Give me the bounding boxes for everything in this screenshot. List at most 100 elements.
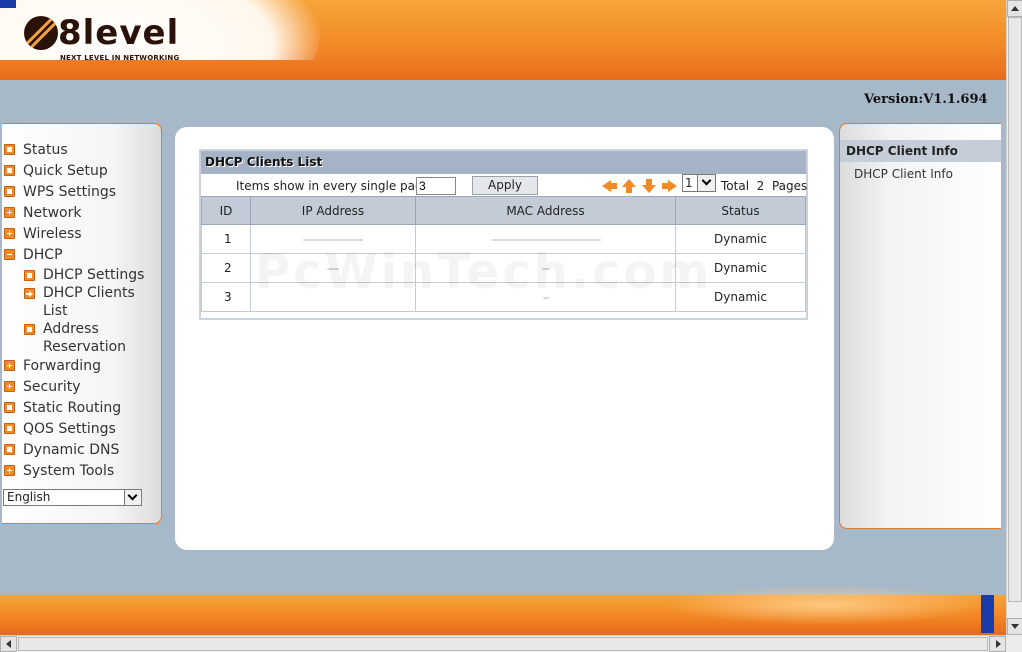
sidebar-item-label: Status (23, 142, 68, 158)
sidebar-item-label: Quick Setup (23, 163, 108, 179)
vertical-scrollbar[interactable] (1006, 0, 1022, 652)
cell-id: 3 (201, 282, 251, 312)
sidebar: Status Quick Setup WPS Settings Network … (2, 123, 162, 524)
items-per-page-label: Items show in every single page (236, 179, 430, 193)
scrollbar-corner (1006, 635, 1022, 652)
sidebar-item-security[interactable]: Security (2, 377, 161, 398)
sidebar-item-label: WPS Settings (23, 184, 117, 200)
next-page-icon[interactable] (642, 179, 657, 193)
sidebar-subitem-label: DHCP Settings (43, 267, 145, 283)
sidebar-subitem-dhcp-settings[interactable]: DHCP Settings (2, 266, 161, 284)
square-bullet-icon (4, 423, 15, 434)
sidebar-item-wireless[interactable]: Wireless (2, 224, 161, 245)
cell-status: Dynamic (675, 224, 806, 254)
label-line-2: List (43, 303, 68, 319)
table-header-row: ID IP Address MAC Address Status (201, 196, 806, 225)
help-panel: DHCP Client Info DHCP Client Info (839, 123, 1001, 529)
pages-label: Pages (771, 179, 808, 193)
chevron-down-icon[interactable] (697, 175, 715, 191)
square-bullet-icon (24, 270, 35, 281)
plus-expand-icon (4, 207, 15, 218)
sidebar-subitem-label: Address Reservation (43, 320, 126, 356)
previous-page-icon[interactable] (622, 179, 637, 193)
vertical-scroll-thumb[interactable] (1008, 17, 1022, 602)
sidebar-item-label: Network (23, 205, 82, 221)
sidebar-item-dhcp[interactable]: DHCP (2, 245, 161, 266)
square-bullet-icon (4, 444, 15, 455)
corner-marker (0, 0, 16, 8)
apply-button[interactable]: Apply (472, 176, 538, 195)
column-header-mac: MAC Address (415, 196, 676, 225)
cell-id: 2 (201, 253, 251, 283)
square-bullet-icon (4, 402, 15, 413)
scroll-down-icon[interactable] (1007, 618, 1022, 635)
horizontal-scrollbar[interactable] (0, 635, 1006, 652)
plus-expand-icon (4, 360, 15, 371)
sidebar-subitem-label: DHCP Clients List (43, 284, 135, 320)
logo: 8level NEXT LEVEL IN NETWORKING (24, 16, 179, 62)
sidebar-item-label: Wireless (23, 226, 82, 242)
pagination-toolbar: Items show in every single page Apply 1 … (201, 174, 807, 196)
total-label: Total (721, 179, 750, 193)
sidebar-item-dynamic-dns[interactable]: Dynamic DNS (2, 440, 161, 461)
label-line-1: Address (43, 321, 99, 337)
cell-mac-redacted (415, 253, 676, 283)
header-banner: 8level NEXT LEVEL IN NETWORKING (0, 0, 1006, 80)
footer-banner (0, 585, 1006, 635)
dhcp-clients-table: ID IP Address MAC Address Status 1 Dynam… (201, 196, 806, 312)
items-per-page-input[interactable] (416, 177, 456, 195)
cell-status: Dynamic (675, 253, 806, 283)
first-page-icon[interactable] (602, 179, 617, 193)
logo-tagline: NEXT LEVEL IN NETWORKING (60, 54, 180, 62)
plus-expand-icon (4, 381, 15, 392)
sidebar-item-qos-settings[interactable]: QOS Settings (2, 419, 161, 440)
square-bullet-icon (4, 186, 15, 197)
footer-marker (981, 595, 994, 633)
cell-mac-redacted (415, 224, 676, 254)
square-bullet-icon (4, 165, 15, 176)
cell-ip-redacted (250, 224, 416, 254)
label-line-2: Reservation (43, 339, 127, 355)
cell-ip-redacted (250, 282, 416, 312)
sidebar-item-quick-setup[interactable]: Quick Setup (2, 161, 161, 182)
chevron-down-icon[interactable] (124, 490, 141, 505)
sidebar-subitem-address-reservation[interactable]: Address Reservation (2, 320, 161, 356)
scroll-up-icon[interactable] (1007, 0, 1022, 17)
horizontal-scroll-thumb[interactable] (18, 637, 988, 651)
scroll-right-icon[interactable] (989, 636, 1006, 652)
minus-collapse-icon (4, 249, 15, 260)
dhcp-clients-table-box: DHCP Clients List Items show in every si… (199, 149, 808, 320)
sidebar-item-system-tools[interactable]: System Tools (2, 461, 161, 482)
plus-expand-icon (4, 465, 15, 476)
sidebar-item-wps-settings[interactable]: WPS Settings (2, 182, 161, 203)
sidebar-item-status[interactable]: Status (2, 140, 161, 161)
sidebar-subitem-dhcp-clients-list[interactable]: DHCP Clients List (2, 284, 161, 320)
scroll-left-icon[interactable] (0, 636, 17, 652)
table-row: 2 Dynamic (201, 253, 806, 283)
sidebar-item-label: DHCP (23, 247, 63, 263)
page-select-value: 1 (685, 176, 693, 190)
sidebar-item-forwarding[interactable]: Forwarding (2, 356, 161, 377)
sidebar-item-label: Security (23, 379, 81, 395)
cell-status: Dynamic (675, 282, 806, 312)
redaction-scribble (303, 238, 363, 241)
sidebar-item-label: System Tools (23, 463, 115, 479)
redaction-scribble (541, 267, 550, 270)
cell-mac-redacted (415, 282, 676, 312)
last-page-icon[interactable] (662, 179, 677, 193)
logo-ball-icon (24, 16, 58, 50)
sidebar-item-static-routing[interactable]: Static Routing (2, 398, 161, 419)
help-panel-title: DHCP Client Info (840, 140, 1001, 162)
column-header-ip: IP Address (250, 196, 416, 225)
total-pages: Total 2 Pages (721, 179, 807, 193)
sidebar-item-network[interactable]: Network (2, 203, 161, 224)
footer-swoosh (666, 585, 986, 625)
redaction-scribble (490, 238, 601, 241)
language-value: English (7, 490, 51, 504)
square-bullet-icon (4, 144, 15, 155)
sidebar-item-label: Forwarding (23, 358, 101, 374)
plus-expand-icon (4, 228, 15, 239)
sidebar-item-label: QOS Settings (23, 421, 116, 437)
page-select[interactable]: 1 (682, 174, 716, 192)
language-select[interactable]: English (3, 489, 142, 506)
